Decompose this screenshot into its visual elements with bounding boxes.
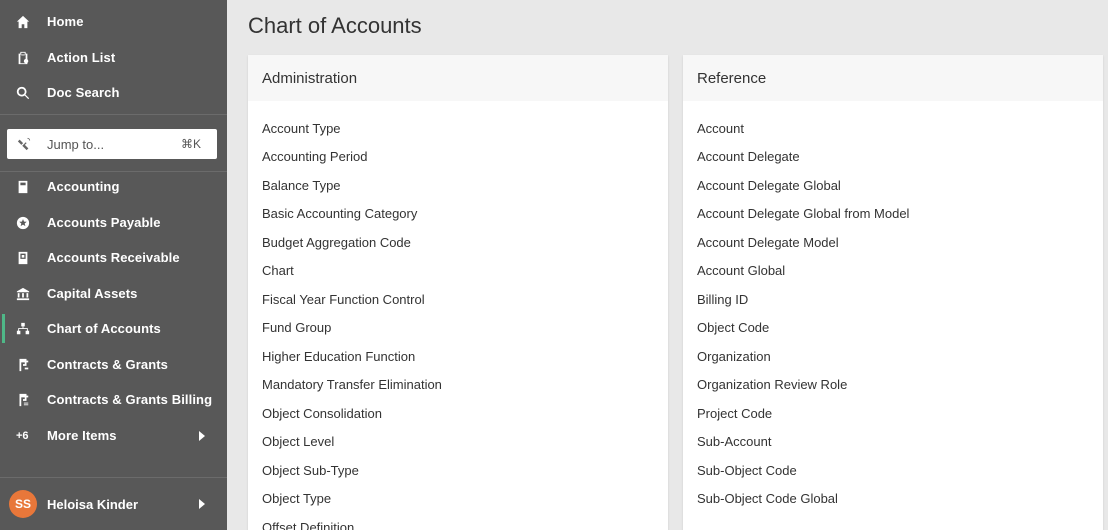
- sidebar-item-more-items[interactable]: +6 More Items: [0, 418, 227, 453]
- sidebar-item-label: Accounts Payable: [47, 215, 161, 230]
- sidebar-item-label: Doc Search: [47, 85, 120, 100]
- sidebar-item-label: Accounting: [47, 179, 120, 194]
- list-item[interactable]: Account Delegate Model: [683, 228, 1103, 257]
- avatar: SS: [9, 490, 37, 518]
- inbox-icon: [16, 251, 30, 265]
- clipboard-icon: [16, 51, 30, 65]
- divider: [0, 114, 227, 115]
- satellite-icon: [17, 137, 31, 151]
- sidebar-item-label: Accounts Receivable: [47, 250, 180, 265]
- list-item[interactable]: Accounting Period: [248, 143, 668, 172]
- link-list: Account Type Accounting Period Balance Typ…: [248, 101, 668, 530]
- list-item[interactable]: Account: [683, 114, 1103, 143]
- list-item[interactable]: Account Delegate: [683, 143, 1103, 172]
- list-item[interactable]: Sub-Object Code Global: [683, 485, 1103, 514]
- sitemap-icon: [16, 322, 30, 336]
- list-item[interactable]: Object Level: [248, 428, 668, 457]
- user-menu[interactable]: SS Heloisa Kinder: [0, 485, 227, 523]
- sidebar-item-label: Capital Assets: [47, 286, 138, 301]
- more-count: +6: [16, 429, 29, 442]
- sidebar-item-contracts-grants[interactable]: Contracts & Grants: [0, 347, 227, 382]
- sidebar-item-label: Chart of Accounts: [47, 321, 161, 336]
- sidebar-item-home[interactable]: Home: [0, 4, 227, 39]
- sidebar-item-accounting[interactable]: Accounting: [0, 169, 227, 204]
- list-item[interactable]: Budget Aggregation Code: [248, 228, 668, 257]
- list-item[interactable]: Sub-Object Code: [683, 456, 1103, 485]
- sidebar-item-label: Action List: [47, 50, 116, 65]
- list-item[interactable]: Account Global: [683, 257, 1103, 286]
- sidebar-item-doc-search[interactable]: Doc Search: [0, 75, 227, 110]
- list-item[interactable]: Basic Accounting Category: [248, 200, 668, 229]
- list-item[interactable]: Account Delegate Global from Model: [683, 200, 1103, 229]
- panel-reference: Reference Account Account Delegate Account…: [683, 55, 1103, 530]
- list-item[interactable]: Account Type: [248, 114, 668, 143]
- calculator-icon: [16, 180, 30, 194]
- panel-title: Reference: [683, 55, 1103, 101]
- jump-to-placeholder: Jump to...: [47, 136, 105, 152]
- sidebar: Home Action List Doc Search Jump to... ⌘…: [0, 0, 227, 530]
- sidebar-item-chart-of-accounts[interactable]: Chart of Accounts: [0, 311, 227, 346]
- panel-administration: Administration Account Type Accounting Pe…: [248, 55, 668, 530]
- list-item[interactable]: Project Code: [683, 399, 1103, 428]
- sidebar-item-label: More Items: [47, 428, 117, 443]
- list-item[interactable]: Sub-Account: [683, 428, 1103, 457]
- list-item[interactable]: Account Delegate Global: [683, 171, 1103, 200]
- list-item[interactable]: Offset Definition: [248, 513, 668, 530]
- sidebar-item-accounts-payable[interactable]: Accounts Payable: [0, 205, 227, 240]
- sidebar-item-action-list[interactable]: Action List: [0, 40, 227, 75]
- list-item[interactable]: Object Sub-Type: [248, 456, 668, 485]
- home-icon: [16, 15, 30, 29]
- keyboard-shortcut: ⌘K: [180, 137, 201, 151]
- grant-icon: [16, 358, 30, 372]
- bank-icon: [16, 287, 30, 301]
- sidebar-item-accounts-receivable[interactable]: Accounts Receivable: [0, 240, 227, 275]
- search-icon: [16, 86, 30, 100]
- list-item[interactable]: Object Type: [248, 485, 668, 514]
- sidebar-item-label: Contracts & Grants: [47, 357, 168, 372]
- sidebar-item-label: Contracts & Grants Billing: [47, 392, 213, 407]
- chevron-right-icon: [199, 499, 205, 509]
- list-item[interactable]: Balance Type: [248, 171, 668, 200]
- chevron-right-icon: [199, 430, 205, 441]
- list-item[interactable]: Organization: [683, 342, 1103, 371]
- link-list: Account Account Delegate Account Delegate …: [683, 101, 1103, 513]
- list-item[interactable]: Object Consolidation: [248, 399, 668, 428]
- list-item[interactable]: Chart: [248, 257, 668, 286]
- list-item[interactable]: Mandatory Transfer Elimination: [248, 371, 668, 400]
- list-item[interactable]: Fund Group: [248, 314, 668, 343]
- sidebar-item-contracts-grants-billing[interactable]: Contracts & Grants Billing: [0, 382, 227, 417]
- panel-title: Administration: [248, 55, 668, 101]
- sidebar-item-capital-assets[interactable]: Capital Assets: [0, 276, 227, 311]
- list-item[interactable]: Billing ID: [683, 285, 1103, 314]
- jump-to-input[interactable]: Jump to... ⌘K: [7, 129, 217, 159]
- list-item[interactable]: Organization Review Role: [683, 371, 1103, 400]
- sidebar-item-label: Home: [47, 14, 84, 29]
- list-item[interactable]: Higher Education Function: [248, 342, 668, 371]
- star-circle-icon: [16, 216, 30, 230]
- page-title: Chart of Accounts: [248, 13, 422, 38]
- list-item[interactable]: Fiscal Year Function Control: [248, 285, 668, 314]
- list-item[interactable]: Object Code: [683, 314, 1103, 343]
- grant-billing-icon: [16, 393, 30, 407]
- divider: [0, 477, 227, 478]
- user-name: Heloisa Kinder: [47, 496, 139, 512]
